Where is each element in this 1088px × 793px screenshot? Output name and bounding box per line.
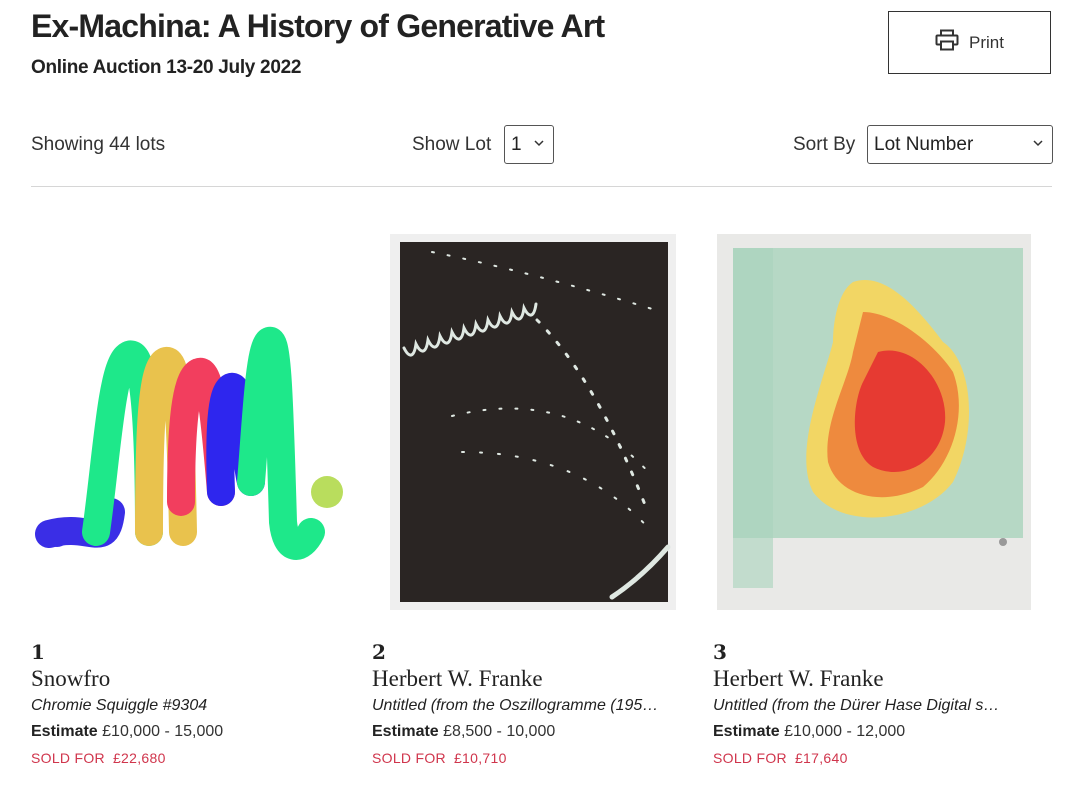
lot-image[interactable] (713, 232, 1035, 612)
estimate-value: £8,500 - 10,000 (443, 723, 556, 740)
lot-estimate: Estimate £10,000 - 15,000 (31, 723, 223, 741)
lot-number: 2 (372, 640, 386, 664)
lot-artist[interactable]: Herbert W. Franke (713, 666, 884, 692)
chevron-down-icon (1033, 140, 1043, 147)
sold-amount: £10,710 (453, 750, 507, 766)
estimate-label: Estimate (713, 723, 780, 740)
show-lot-value: 1 (511, 133, 522, 155)
estimate-value: £10,000 - 12,000 (784, 723, 906, 740)
toolbar-divider (31, 186, 1052, 187)
printer-icon (935, 29, 959, 56)
lot-estimate: Estimate £10,000 - 12,000 (713, 723, 905, 741)
lot-title[interactable]: Chromie Squiggle #9304 (31, 697, 353, 715)
print-label: Print (969, 32, 1004, 52)
auction-subtitle: Online Auction 13-20 July 2022 (31, 57, 302, 78)
sort-by-select[interactable]: Lot Number (867, 125, 1053, 164)
lot-sold-price: SOLD FOR £17,640 (713, 750, 848, 766)
estimate-label: Estimate (31, 723, 98, 740)
estimate-label: Estimate (372, 723, 439, 740)
lot-artist[interactable]: Herbert W. Franke (372, 666, 543, 692)
lot-estimate: Estimate £8,500 - 10,000 (372, 723, 555, 741)
lot-title[interactable]: Untitled (from the Oszillogramme (195… (372, 697, 694, 715)
lot-artist[interactable]: Snowfro (31, 666, 110, 692)
lot-number: 3 (713, 640, 727, 664)
lot-title[interactable]: Untitled (from the Dürer Hase Digital s… (713, 697, 1035, 715)
sort-by-value: Lot Number (874, 133, 974, 155)
sort-by-label: Sort By (793, 134, 856, 155)
print-button[interactable]: Print (888, 11, 1051, 74)
sold-label: SOLD FOR (372, 750, 446, 766)
lot-count: Showing 44 lots (31, 134, 166, 155)
sold-label: SOLD FOR (31, 750, 105, 766)
page-title: Ex-Machina: A History of Generative Art (31, 8, 605, 44)
show-lot-label: Show Lot (412, 134, 492, 155)
lot-sold-price: SOLD FOR £10,710 (372, 750, 507, 766)
lot-sold-price: SOLD FOR £22,680 (31, 750, 166, 766)
show-lot-select[interactable]: 1 (504, 125, 554, 164)
estimate-value: £10,000 - 15,000 (102, 723, 224, 740)
chevron-down-icon (534, 140, 544, 147)
sold-amount: £17,640 (794, 750, 848, 766)
sold-amount: £22,680 (112, 750, 166, 766)
lot-image[interactable] (372, 232, 694, 612)
lot-number: 1 (31, 640, 45, 664)
sold-label: SOLD FOR (713, 750, 787, 766)
lot-image[interactable] (31, 232, 353, 612)
